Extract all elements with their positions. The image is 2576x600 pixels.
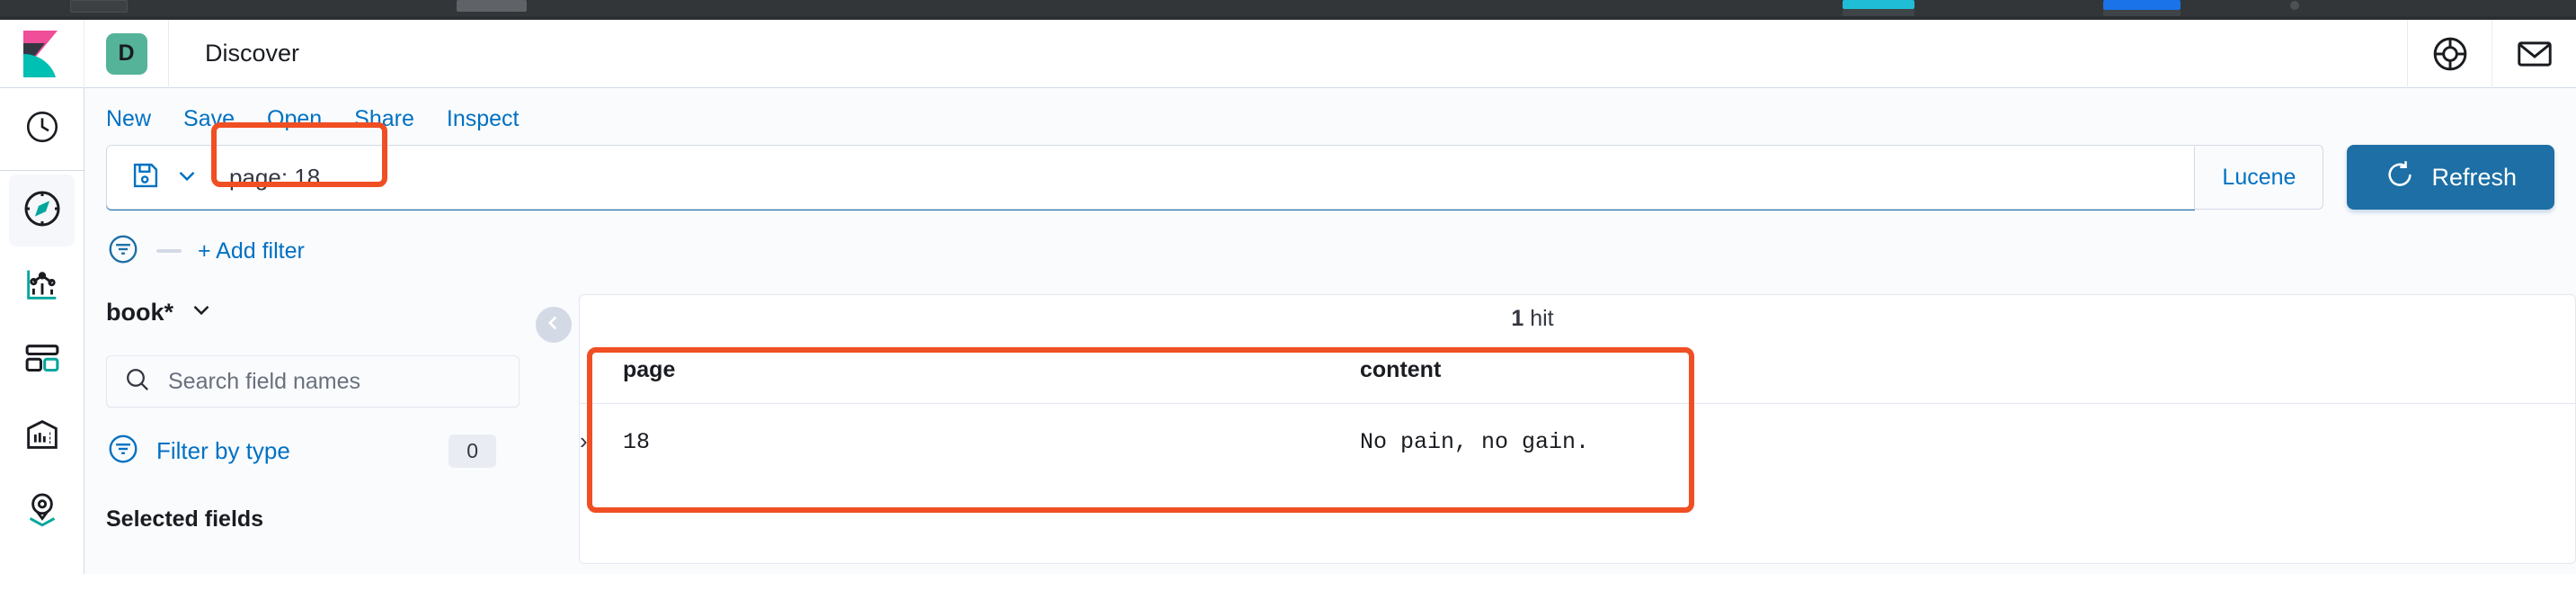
selected-fields-heading: Selected fields [106, 506, 264, 532]
chevron-right-icon: › [580, 427, 588, 454]
help-icon[interactable] [2407, 19, 2492, 88]
chevron-left-icon [544, 313, 564, 337]
documents-table: page content › 18 No pain, no gain. [580, 337, 2575, 479]
cell-page: 18 [623, 428, 651, 455]
page-title: Discover [205, 40, 300, 67]
index-pattern-selector[interactable]: book* [106, 294, 520, 330]
menu-save[interactable]: Save [183, 106, 235, 132]
refresh-button[interactable]: Refresh [2347, 145, 2554, 210]
add-filter-button[interactable]: + Add filter [198, 238, 305, 264]
sidebar-item-discover[interactable] [9, 175, 75, 246]
menu-share[interactable]: Share [354, 106, 414, 132]
dashboard-icon [22, 339, 63, 385]
column-header-page[interactable]: page [623, 337, 1360, 404]
canvas-icon [22, 415, 63, 461]
clock-icon [23, 108, 61, 150]
field-search-box[interactable]: Search field names [106, 355, 520, 407]
saved-query-button[interactable] [107, 146, 220, 209]
browser-chrome-bar [0, 0, 2576, 17]
column-header-content[interactable]: content [1360, 337, 2575, 404]
hit-count-label: hit [1530, 306, 1554, 331]
chrome-tab-fragment [457, 0, 527, 12]
query-language-button[interactable]: Lucene [2195, 145, 2324, 210]
row-expand-button[interactable]: › [580, 404, 623, 480]
collapse-sidebar-button[interactable] [536, 307, 572, 343]
sidebar-item-canvas[interactable] [9, 401, 75, 473]
field-search-placeholder: Search field names [168, 368, 361, 394]
kibana-logo[interactable] [0, 19, 84, 88]
search-input[interactable] [220, 163, 2195, 192]
chrome-tab-fragment [70, 0, 128, 13]
chrome-tab-fragment [2103, 0, 2181, 10]
app-header: D Discover [0, 19, 2576, 88]
refresh-icon [2385, 159, 2415, 196]
sidebar-item-maps[interactable] [9, 477, 75, 549]
hit-count-number: 1 [1511, 306, 1524, 331]
filter-bar: + Add filter [84, 210, 2576, 274]
discover-main-split: book* Search field names Filter by type … [84, 294, 2576, 600]
query-input-wrapper [211, 122, 2195, 209]
menu-new[interactable]: New [106, 106, 151, 132]
table-header-row: page content [580, 337, 2575, 404]
discover-app-badge: D [105, 32, 147, 75]
mail-icon[interactable] [2492, 19, 2576, 88]
map-pin-layers-icon [22, 490, 63, 536]
table-row[interactable]: › 18 No pain, no gain. [580, 404, 2575, 480]
save-disk-icon [130, 160, 161, 195]
chevron-down-icon [188, 296, 215, 329]
menu-inspect[interactable]: Inspect [447, 106, 520, 132]
discover-top-menu: New Save Open Share Inspect [84, 88, 2576, 145]
sidebar-item-visualize[interactable] [9, 250, 75, 322]
refresh-button-label: Refresh [2431, 163, 2517, 191]
filter-by-type-label: Filter by type [156, 436, 290, 464]
index-pattern-label: book* [106, 298, 174, 326]
chevron-down-icon [173, 162, 200, 193]
filter-circle-icon [106, 432, 140, 470]
chrome-window-control [2290, 1, 2299, 10]
documents-panel: 1 hit page content › 18 No pain, no gain… [579, 294, 2576, 564]
search-icon [123, 365, 152, 399]
query-bar-row: Lucene Refresh [84, 122, 2576, 210]
menu-open[interactable]: Open [267, 106, 322, 132]
field-sidebar: book* Search field names Filter by type … [106, 294, 520, 600]
sidebar-item-dashboard[interactable] [9, 326, 75, 398]
query-bar [106, 122, 2196, 210]
sidebar-item-recent[interactable] [0, 88, 84, 171]
app-badge-container: D [84, 19, 169, 88]
discover-app-body: New Save Open Share Inspect page: 18 Luc… [84, 88, 2576, 574]
left-nav-rail [0, 88, 84, 574]
compass-icon [21, 187, 64, 235]
results-area: 1 hit page content › 18 No pain, no gain… [520, 294, 2576, 600]
filter-separator [156, 249, 182, 253]
chart-icon [22, 264, 63, 309]
header-actions [2407, 19, 2576, 88]
column-header-expand [580, 337, 623, 404]
filter-by-type-count-badge: 0 [449, 434, 496, 468]
filter-by-type-button[interactable]: Filter by type 0 [106, 429, 520, 472]
cell-content: No pain, no gain. [1360, 428, 1590, 455]
hit-count: 1 hit [580, 295, 2485, 337]
chrome-tab-fragment [1843, 0, 1914, 9]
filter-circle-icon[interactable] [106, 232, 140, 271]
